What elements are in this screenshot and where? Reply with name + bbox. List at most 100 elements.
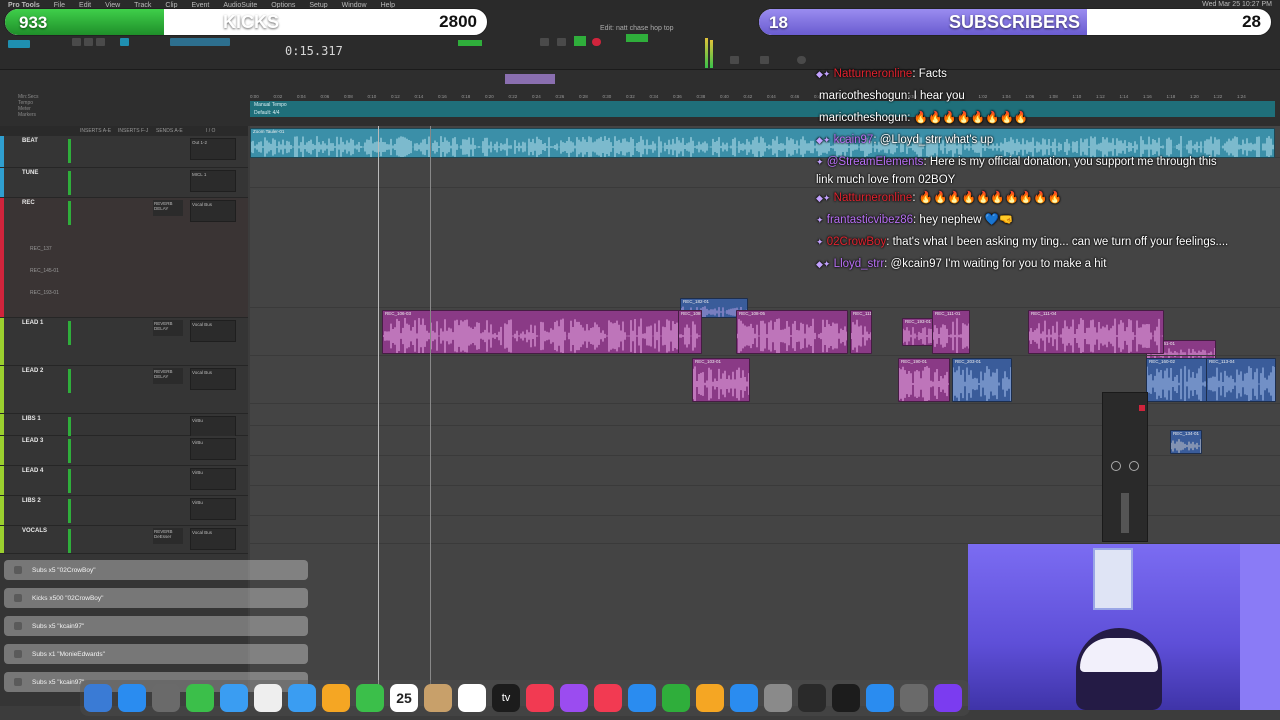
track-io-slot[interactable]: Vocal Bus <box>190 368 236 390</box>
track-header-lead-2[interactable]: LEAD 2 REVERB DELAY Vocal Bus <box>0 366 248 414</box>
audio-clip[interactable]: REC_103-01 <box>692 358 750 402</box>
zoom-button[interactable] <box>8 40 30 48</box>
fader[interactable] <box>1121 493 1129 533</box>
main-counter[interactable]: 0:15.317 <box>285 44 343 58</box>
track-name[interactable]: LEAD 4 <box>22 468 43 474</box>
dock-app-icon[interactable] <box>832 684 860 712</box>
dock-app-icon[interactable] <box>866 684 894 712</box>
alert-icon <box>14 650 22 658</box>
playhead-cursor[interactable] <box>378 126 379 686</box>
dock-app-icon[interactable] <box>152 684 180 712</box>
audio-clip[interactable]: REC_108-05 <box>736 310 848 354</box>
track-header-lead-3[interactable]: LEAD 3 VirBu <box>0 436 248 466</box>
dock-app-icon[interactable] <box>458 684 486 712</box>
dock-app-icon[interactable] <box>424 684 452 712</box>
audio-clip[interactable]: REC_108-04 <box>678 310 702 354</box>
track-header-libs-1[interactable]: LIBS 1 VirBu <box>0 414 248 441</box>
stop-button[interactable] <box>557 38 566 46</box>
track-io-slot[interactable]: VirBu <box>190 468 236 490</box>
track-name[interactable]: TUNE <box>22 170 38 176</box>
track-name[interactable]: VOCALS <box>22 528 47 534</box>
track-io-slot[interactable]: VirBu <box>190 416 236 438</box>
track-name[interactable]: REC <box>22 200 35 206</box>
track-io-slot[interactable]: Vocal Bus <box>190 320 236 342</box>
dock-app-icon[interactable] <box>526 684 554 712</box>
audio-clip[interactable]: REC_190-01 <box>898 358 950 402</box>
track-name[interactable]: LEAD 2 <box>22 368 43 374</box>
dock-app-icon[interactable] <box>934 684 962 712</box>
track-io-slot[interactable]: Vocal Bus <box>190 528 236 550</box>
dock-app-icon[interactable] <box>254 684 282 712</box>
tool-smart[interactable] <box>170 38 230 46</box>
track-name[interactable]: LEAD 3 <box>22 438 43 444</box>
dock-app-icon[interactable] <box>696 684 724 712</box>
dock-app-icon[interactable] <box>730 684 758 712</box>
link-button[interactable] <box>458 40 482 46</box>
tool-grab[interactable] <box>96 38 105 46</box>
dock-app-icon[interactable] <box>798 684 826 712</box>
track-send-slot[interactable]: REVERB DELAY <box>153 320 183 336</box>
pan-knob-left[interactable] <box>1111 461 1121 471</box>
track-header-libs-2[interactable]: LIBS 2 VirBu <box>0 496 248 526</box>
track-send-slot[interactable]: REVERB DeEsser <box>153 528 183 544</box>
dock-app-icon[interactable]: 25 <box>390 684 418 712</box>
audio-clip[interactable]: REC_134-01 <box>1170 430 1202 454</box>
dock-app-icon[interactable] <box>662 684 690 712</box>
dock-app-icon[interactable] <box>900 684 928 712</box>
chat-badge-icon: ◆✦ <box>816 135 831 145</box>
track-name[interactable]: BEAT <box>22 138 38 144</box>
track-header-lead-1[interactable]: LEAD 1 REVERB DELAY Vocal Bus <box>0 318 248 366</box>
track-io-slot[interactable]: MICL 1 <box>190 170 236 192</box>
dock-app-icon[interactable] <box>764 684 792 712</box>
pan-knob-right[interactable] <box>1129 461 1139 471</box>
dock-app-icon[interactable]: tv <box>492 684 520 712</box>
audio-clip[interactable]: REC_111-03 <box>850 310 872 354</box>
count-off-indicator[interactable] <box>626 34 648 42</box>
track-header-beat[interactable]: BEAT Out 1-2 <box>0 136 248 168</box>
play-button[interactable] <box>574 36 586 46</box>
dock-app-icon[interactable] <box>356 684 384 712</box>
dock-app-icon[interactable] <box>628 684 656 712</box>
dock-app-icon[interactable] <box>322 684 350 712</box>
audio-clip[interactable]: REC_203-01 <box>952 358 1012 402</box>
floating-mixer-strip[interactable] <box>1102 392 1148 542</box>
tool-pencil[interactable] <box>120 38 129 46</box>
track-header-rec[interactable]: REC REVERB DELAY Vocal Bus REC_137 REC_145-01… <box>0 198 248 318</box>
track-io-slot[interactable]: VirBu <box>190 438 236 460</box>
track-header-lead-4[interactable]: LEAD 4 VirBu <box>0 466 248 496</box>
nudge-button[interactable] <box>760 56 769 64</box>
dock-app-icon[interactable] <box>186 684 214 712</box>
dock-app-icon[interactable] <box>84 684 112 712</box>
audio-clip[interactable]: REC_160-02 <box>1146 358 1208 402</box>
dock-app-icon[interactable] <box>288 684 316 712</box>
record-arm-icon[interactable] <box>1139 405 1145 411</box>
io-label: MICL 1 <box>192 172 207 177</box>
audio-clip[interactable]: REC_111-04 <box>1028 310 1164 354</box>
dock-app-icon[interactable] <box>560 684 588 712</box>
track-lane-lead-1[interactable]: REC_106-03 REC_108-04 REC_108-05 REC_111-03… <box>250 308 1280 356</box>
track-name[interactable]: LIBS 2 <box>22 498 41 504</box>
track-send-slot[interactable]: REVERB DELAY <box>153 368 183 384</box>
loop-range-marker[interactable] <box>505 74 555 84</box>
track-send-slot[interactable]: REVERB DELAY <box>153 200 183 216</box>
tool-select[interactable] <box>84 38 93 46</box>
audio-clip[interactable]: REC_113-04 <box>1206 358 1276 402</box>
track-color-bar <box>0 198 4 317</box>
track-name[interactable]: LEAD 1 <box>22 320 43 326</box>
audio-clip[interactable]: REC_111-01 <box>932 310 970 354</box>
record-button[interactable] <box>592 38 601 46</box>
track-name[interactable]: LIBS 1 <box>22 416 41 422</box>
track-io-slot[interactable]: Out 1-2 <box>190 138 236 160</box>
tool-trim[interactable] <box>72 38 81 46</box>
track-io-slot[interactable]: Vocal Bus <box>190 200 236 222</box>
track-header-tune[interactable]: TUNE MICL 1 <box>0 168 248 198</box>
settings-gear-icon[interactable] <box>797 56 806 64</box>
track-header-vocals[interactable]: VOCALS REVERB DeEsser Vocal Bus <box>0 526 248 554</box>
grid-button[interactable] <box>730 56 739 64</box>
dock-app-icon[interactable] <box>118 684 146 712</box>
dock-app-icon[interactable] <box>220 684 248 712</box>
alert-icon <box>14 594 22 602</box>
dock-app-icon[interactable] <box>594 684 622 712</box>
rewind-button[interactable] <box>540 38 549 46</box>
track-io-slot[interactable]: VirBu <box>190 498 236 520</box>
